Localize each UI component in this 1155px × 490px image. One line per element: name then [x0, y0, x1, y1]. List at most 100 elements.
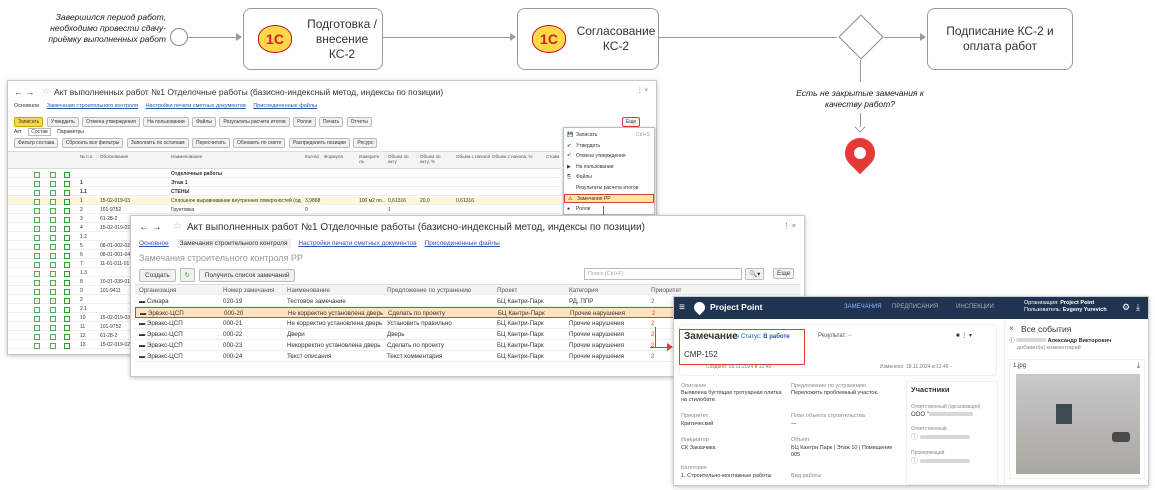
checkbox[interactable] — [50, 180, 56, 187]
download-icon[interactable]: ⤓ — [1136, 302, 1140, 313]
nav-arrows[interactable]: ← → — [14, 87, 35, 97]
nav-inspections[interactable]: ИНСПЕКЦИИ — [956, 304, 994, 310]
checkbox[interactable] — [64, 324, 70, 331]
print-button[interactable]: Печать — [318, 117, 344, 127]
table-row[interactable]: 1 15-02-019-03 Сплошное выравнивание внутр… — [8, 197, 560, 205]
result-label[interactable]: Результат: - — [818, 333, 851, 339]
subtab-act[interactable]: Акт — [14, 129, 22, 135]
distribute-button[interactable]: Распределить позиции — [288, 138, 350, 148]
card-actions[interactable]: ■ ⋮ ▾ — [956, 332, 972, 339]
checkbox[interactable] — [50, 297, 56, 304]
tab-files[interactable]: Присоединенные файлы — [253, 103, 317, 109]
checkbox[interactable] — [50, 198, 56, 205]
checkbox[interactable] — [64, 288, 70, 295]
checkbox[interactable] — [34, 234, 40, 241]
nav-orders[interactable]: ПРЕДПИСАНИЯ — [892, 304, 938, 310]
checkbox[interactable] — [34, 261, 40, 268]
checkbox[interactable] — [50, 342, 56, 349]
checkbox[interactable] — [34, 243, 40, 250]
table-row[interactable]: 1 Этаж 1 — [8, 179, 560, 187]
checkbox[interactable] — [64, 306, 70, 313]
checkbox[interactable] — [50, 333, 56, 340]
recalc-button[interactable]: Пересчитать — [192, 138, 230, 148]
checkbox[interactable] — [50, 207, 56, 214]
checkbox[interactable] — [34, 270, 40, 277]
checkbox[interactable] — [50, 324, 56, 331]
checkbox[interactable] — [50, 288, 56, 295]
checkbox[interactable] — [50, 315, 56, 322]
checkbox[interactable] — [64, 252, 70, 259]
roles-button[interactable]: Ролли — [293, 117, 316, 127]
checkbox[interactable] — [50, 306, 56, 313]
checkbox[interactable] — [34, 171, 40, 178]
refresh-icon[interactable]: ↻ — [179, 268, 195, 282]
star-icon[interactable]: ☆ — [42, 86, 50, 97]
menu-item[interactable]: ⚠ Замечания РР — [564, 194, 654, 203]
subtab-contents[interactable]: Состав — [28, 128, 51, 136]
checkbox[interactable] — [64, 279, 70, 286]
checkbox[interactable] — [50, 252, 56, 259]
files-button[interactable]: Файлы — [192, 117, 216, 127]
gear-icon[interactable]: ⚙ — [1122, 302, 1130, 313]
checkbox[interactable] — [50, 279, 56, 286]
checkbox[interactable] — [34, 180, 40, 187]
checkbox[interactable] — [34, 225, 40, 232]
reports-button[interactable]: Отчеты — [346, 117, 372, 127]
tab-print[interactable]: Настройки печати сметных документов — [298, 240, 416, 247]
checkbox[interactable] — [64, 225, 70, 232]
checkbox[interactable] — [64, 333, 70, 340]
checkbox[interactable] — [34, 279, 40, 286]
checkbox[interactable] — [50, 189, 56, 196]
more-button[interactable]: Еще — [622, 117, 641, 127]
window-controls[interactable]: ⋮ × — [783, 222, 796, 230]
fill-button[interactable]: Заполнить по остаткам — [126, 138, 189, 148]
close-icon[interactable]: × — [1009, 324, 1014, 333]
menu-item[interactable]: 💾 Записать Ctrl+S — [564, 131, 654, 140]
nav-remarks[interactable]: ЗАМЕЧАНИЯ — [844, 304, 882, 310]
checkbox[interactable] — [50, 234, 56, 241]
checkbox[interactable] — [34, 252, 40, 259]
checkbox[interactable] — [34, 288, 40, 295]
menu-item[interactable]: ● Ролли — [564, 205, 654, 214]
menu-item[interactable]: ⎘ Файлы — [564, 173, 654, 182]
checkbox[interactable] — [34, 324, 40, 331]
tab-print[interactable]: Настройки печати сметных документов — [146, 103, 246, 109]
reset-filters-button[interactable]: Сбросить все фильтры — [61, 138, 124, 148]
search-icon[interactable]: 🔍▾ — [745, 268, 766, 280]
checkbox[interactable] — [50, 261, 56, 268]
tab-remarks[interactable]: Замечания строительного контроля — [47, 103, 138, 109]
subtab-params[interactable]: Параметры — [57, 129, 84, 135]
refresh-button[interactable]: Обновить по смете — [232, 138, 286, 148]
checkbox[interactable] — [64, 342, 70, 349]
save-button[interactable]: Записать — [14, 117, 44, 127]
checkbox[interactable] — [34, 216, 40, 223]
checkbox[interactable] — [64, 270, 70, 277]
checkbox[interactable] — [64, 315, 70, 322]
checkbox[interactable] — [34, 189, 40, 196]
checkbox[interactable] — [64, 216, 70, 223]
results-button[interactable]: Результаты расчета итогов — [219, 117, 290, 127]
checkbox[interactable] — [34, 297, 40, 304]
checkbox[interactable] — [64, 207, 70, 214]
tab-main[interactable]: Основное — [139, 240, 169, 247]
nav-arrows[interactable]: ← → — [139, 222, 162, 233]
checkbox[interactable] — [64, 243, 70, 250]
checkbox[interactable] — [50, 171, 56, 178]
checkbox[interactable] — [34, 198, 40, 205]
menu-item[interactable]: ▶ На пользовании — [564, 163, 654, 172]
checkbox[interactable] — [64, 234, 70, 241]
menu-item[interactable]: ↶ Отмена утверждения — [564, 152, 654, 161]
table-row[interactable]: 2 101-9752 Грунтовка 0 1 — [8, 206, 560, 214]
checkbox[interactable] — [50, 270, 56, 277]
tab-remarks[interactable]: Замечания строительного контроля — [176, 239, 291, 248]
resource-button[interactable]: Ресурс — [353, 138, 378, 148]
checkbox[interactable] — [34, 315, 40, 322]
table-row[interactable]: 1.1 СТЕНЫ — [8, 188, 560, 196]
window-controls[interactable]: ⋮ × — [637, 87, 648, 94]
checkbox[interactable] — [64, 261, 70, 268]
checkbox[interactable] — [34, 207, 40, 214]
usage-button[interactable]: На пользовании — [143, 117, 189, 127]
menu-item[interactable]: Результаты расчета итогов — [564, 184, 654, 193]
cancel-approve-button[interactable]: Отмена утверждения — [82, 117, 140, 127]
checkbox[interactable] — [64, 180, 70, 187]
